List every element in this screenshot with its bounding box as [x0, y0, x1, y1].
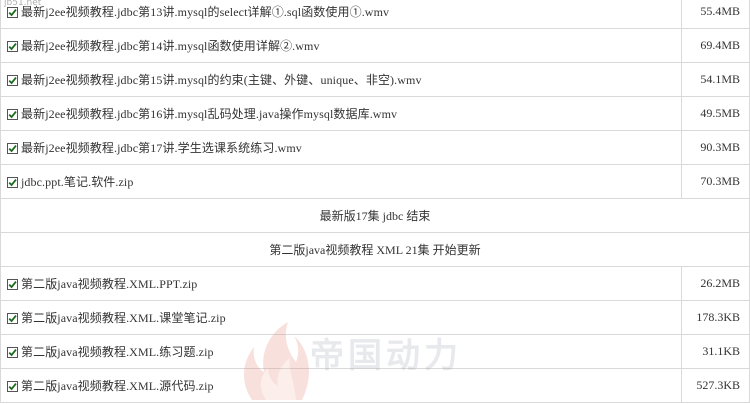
checkmark-icon — [8, 179, 17, 187]
file-name-link[interactable]: 第二版java视频教程.XML.PPT.zip — [21, 277, 197, 291]
file-checkbox[interactable] — [7, 381, 18, 392]
file-name-link[interactable]: 第二版java视频教程.XML.练习题.zip — [21, 345, 214, 359]
table-row: 最新j2ee视频教程.jdbc第15讲.mysql的约束(主键、外键、uniqu… — [0, 62, 750, 97]
checkmark-icon — [8, 281, 17, 289]
file-size: 70.3MB — [681, 164, 750, 199]
file-checkbox[interactable] — [7, 109, 18, 120]
section-start-label: 第二版java视频教程 XML 21集 开始更新 — [0, 232, 750, 267]
table-row: jdbc.ppt.笔记.软件.zip 70.3MB — [0, 164, 750, 199]
file-name-link[interactable]: 最新j2ee视频教程.jdbc第16讲.mysql乱码处理.java操作mysq… — [21, 107, 397, 121]
checkmark-icon — [8, 315, 17, 323]
file-name-cell: 最新j2ee视频教程.jdbc第16讲.mysql乱码处理.java操作mysq… — [0, 96, 682, 131]
checkmark-icon — [8, 77, 17, 85]
file-name-cell: 最新j2ee视频教程.jdbc第14讲.mysql函数使用详解②.wmv — [0, 28, 682, 63]
file-checkbox[interactable] — [7, 347, 18, 358]
table-row: 第二版java视频教程.XML.课堂笔记.zip 178.3KB — [0, 300, 750, 335]
table-row: 第二版java视频教程.XML.源代码.zip 527.3KB — [0, 368, 750, 403]
checkmark-icon — [8, 111, 17, 119]
checkmark-icon — [8, 383, 17, 391]
table-row: 最新j2ee视频教程.jdbc第13讲.mysql的select详解①.sql函… — [0, 0, 750, 29]
file-checkbox[interactable] — [7, 279, 18, 290]
file-name-link[interactable]: 最新j2ee视频教程.jdbc第17讲.学生选课系统练习.wmv — [21, 141, 302, 155]
table-row: 第二版java视频教程.XML.PPT.zip 26.2MB — [0, 266, 750, 301]
file-checkbox[interactable] — [7, 75, 18, 86]
file-name-cell: 最新j2ee视频教程.jdbc第17讲.学生选课系统练习.wmv — [0, 130, 682, 165]
file-checkbox[interactable] — [7, 313, 18, 324]
table-row: 第二版java视频教程.XML.练习题.zip 31.1KB — [0, 334, 750, 369]
file-name-link[interactable]: 最新j2ee视频教程.jdbc第14讲.mysql函数使用详解②.wmv — [21, 39, 320, 53]
file-name-link[interactable]: 最新j2ee视频教程.jdbc第15讲.mysql的约束(主键、外键、uniqu… — [21, 73, 422, 87]
file-name-link[interactable]: 第二版java视频教程.XML.源代码.zip — [21, 379, 214, 393]
file-name-cell: 第二版java视频教程.XML.练习题.zip — [0, 334, 682, 369]
file-name-cell: 最新j2ee视频教程.jdbc第15讲.mysql的约束(主键、外键、uniqu… — [0, 62, 682, 97]
checkmark-icon — [8, 43, 17, 51]
table-row: 最新j2ee视频教程.jdbc第14讲.mysql函数使用详解②.wmv 69.… — [0, 28, 750, 63]
file-size: 54.1MB — [681, 62, 750, 97]
file-name-cell: jdbc.ppt.笔记.软件.zip — [0, 164, 682, 199]
file-name-cell: 第二版java视频教程.XML.源代码.zip — [0, 368, 682, 403]
file-checkbox[interactable] — [7, 41, 18, 52]
file-checkbox[interactable] — [7, 7, 18, 18]
file-checkbox[interactable] — [7, 143, 18, 154]
section-end-label: 最新版17集 jdbc 结束 — [0, 198, 750, 233]
file-list-table: 最新j2ee视频教程.jdbc第13讲.mysql的select详解①.sql函… — [0, 0, 750, 403]
file-size: 178.3KB — [681, 300, 750, 335]
file-name-cell: 第二版java视频教程.XML.课堂笔记.zip — [0, 300, 682, 335]
file-size: 527.3KB — [681, 368, 750, 403]
section-row: 最新版17集 jdbc 结束 — [0, 198, 750, 233]
checkmark-icon — [8, 145, 17, 153]
checkmark-icon — [8, 9, 17, 17]
table-row: 最新j2ee视频教程.jdbc第17讲.学生选课系统练习.wmv 90.3MB — [0, 130, 750, 165]
file-size: 26.2MB — [681, 266, 750, 301]
file-list-page: 最新j2ee视频教程.jdbc第13讲.mysql的select详解①.sql函… — [0, 0, 750, 403]
table-row: 最新j2ee视频教程.jdbc第16讲.mysql乱码处理.java操作mysq… — [0, 96, 750, 131]
file-name-link[interactable]: jdbc.ppt.笔记.软件.zip — [21, 175, 133, 189]
file-checkbox[interactable] — [7, 177, 18, 188]
file-size: 31.1KB — [681, 334, 750, 369]
checkmark-icon — [8, 349, 17, 357]
file-size: 69.4MB — [681, 28, 750, 63]
file-size: 55.4MB — [681, 0, 750, 29]
file-size: 49.5MB — [681, 96, 750, 131]
section-row: 第二版java视频教程 XML 21集 开始更新 — [0, 232, 750, 267]
file-size: 90.3MB — [681, 130, 750, 165]
file-name-link[interactable]: 第二版java视频教程.XML.课堂笔记.zip — [21, 311, 226, 325]
file-name-cell: 第二版java视频教程.XML.PPT.zip — [0, 266, 682, 301]
file-name-cell: 最新j2ee视频教程.jdbc第13讲.mysql的select详解①.sql函… — [0, 0, 682, 29]
file-name-link[interactable]: 最新j2ee视频教程.jdbc第13讲.mysql的select详解①.sql函… — [21, 5, 389, 19]
